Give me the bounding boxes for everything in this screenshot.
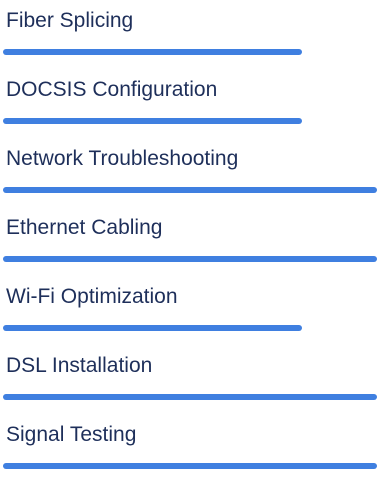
skill-item-network-troubleshooting: Network Troubleshooting bbox=[0, 138, 377, 207]
skill-bar bbox=[3, 325, 377, 331]
skill-bar-fill bbox=[3, 463, 377, 469]
skill-label: Network Troubleshooting bbox=[6, 147, 239, 170]
skill-bar bbox=[3, 187, 377, 193]
skill-bar bbox=[3, 463, 377, 469]
skill-item-fiber-splicing: Fiber Splicing bbox=[0, 0, 377, 69]
skill-bar-fill bbox=[3, 325, 303, 331]
skill-item-signal-testing: Signal Testing bbox=[0, 414, 377, 483]
skill-item-docsis-configuration: DOCSIS Configuration bbox=[0, 69, 377, 138]
skill-label: Ethernet Cabling bbox=[6, 216, 163, 239]
skill-bar bbox=[3, 49, 377, 55]
skill-label: DSL Installation bbox=[6, 354, 153, 377]
skill-bar bbox=[3, 118, 377, 124]
skill-label: Signal Testing bbox=[6, 423, 137, 446]
skill-bar bbox=[3, 394, 377, 400]
skill-bar-fill bbox=[3, 118, 303, 124]
skills-list: Fiber Splicing DOCSIS Configuration Netw… bbox=[0, 0, 377, 483]
skill-bar-fill bbox=[3, 49, 303, 55]
skill-label: DOCSIS Configuration bbox=[6, 78, 218, 101]
skill-bar bbox=[3, 256, 377, 262]
skill-label: Wi-Fi Optimization bbox=[6, 285, 178, 308]
skill-item-dsl-installation: DSL Installation bbox=[0, 345, 377, 414]
skill-item-ethernet-cabling: Ethernet Cabling bbox=[0, 207, 377, 276]
skill-label: Fiber Splicing bbox=[6, 9, 134, 32]
skill-item-wifi-optimization: Wi-Fi Optimization bbox=[0, 276, 377, 345]
skill-bar-fill bbox=[3, 187, 377, 193]
skill-bar-fill bbox=[3, 256, 377, 262]
skill-bar-fill bbox=[3, 394, 377, 400]
